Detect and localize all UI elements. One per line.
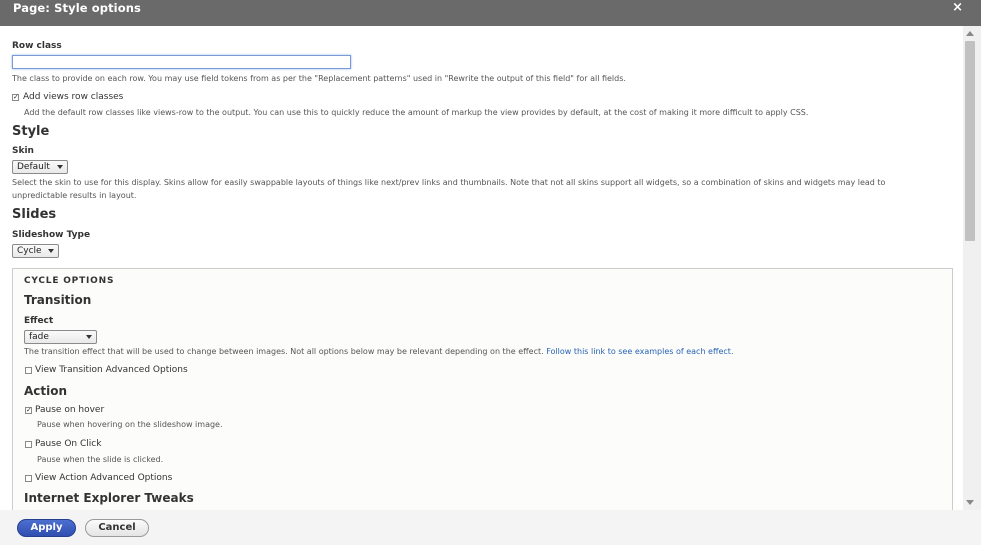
dialog-titlebar: Page: Style options × [0, 0, 981, 26]
style-heading: Style [12, 124, 50, 139]
row-class-description: The class to provide on each row. You ma… [12, 74, 626, 83]
row-class-input[interactable] [12, 55, 351, 69]
pause-on-click-label: Pause On Click [35, 439, 102, 449]
transition-heading: Transition [24, 293, 92, 307]
effect-select[interactable]: fade [24, 330, 97, 344]
close-icon[interactable]: × [952, 0, 963, 15]
scroll-up-icon[interactable] [966, 31, 974, 36]
effect-description-text: The transition effect that will be used … [24, 347, 544, 356]
skin-description-line-2: unpredictable results in layout. [12, 191, 137, 200]
pause-on-hover-checkbox[interactable]: ✓ [25, 407, 32, 414]
effect-select-value: fade [29, 332, 49, 342]
scroll-down-icon[interactable] [966, 500, 974, 505]
view-action-advanced-label: View Action Advanced Options [35, 473, 173, 483]
effect-label: Effect [24, 316, 54, 326]
slideshow-type-value: Cycle [17, 246, 42, 256]
apply-button[interactable]: Apply [17, 519, 76, 537]
skin-label: Skin [12, 146, 34, 156]
slideshow-type-select[interactable]: Cycle [12, 244, 59, 258]
view-transition-advanced-checkbox[interactable] [25, 367, 32, 374]
dialog-footer: Apply Cancel [0, 510, 981, 545]
dialog-content: Row class The class to provide on each r… [0, 26, 963, 510]
scrollbar-thumb[interactable] [965, 41, 975, 241]
pause-on-click-checkbox[interactable] [25, 441, 32, 448]
pause-on-click-description: Pause when the slide is clicked. [37, 455, 164, 464]
effect-description: The transition effect that will be used … [24, 347, 733, 356]
add-views-row-classes-description: Add the default row classes like views-r… [24, 108, 809, 117]
skin-description-line-1: Select the skin to use for this display.… [12, 178, 886, 187]
cycle-options-fieldset: CYCLE OPTIONS Transition Effect fade The… [12, 268, 953, 510]
chevron-down-icon [86, 335, 92, 339]
cycle-options-legend: CYCLE OPTIONS [24, 276, 115, 286]
slideshow-type-label: Slideshow Type [12, 230, 91, 240]
skin-select-value: Default [17, 162, 50, 172]
cancel-button[interactable]: Cancel [85, 519, 149, 537]
pause-on-hover-description: Pause when hovering on the slideshow ima… [37, 420, 223, 429]
pause-on-hover-label: Pause on hover [35, 405, 105, 415]
action-heading: Action [24, 384, 68, 398]
content-scrollbar[interactable] [963, 26, 981, 510]
add-views-row-classes-label: Add views row classes [23, 92, 124, 102]
add-views-row-classes-checkbox[interactable]: ✓ [12, 94, 19, 101]
checkmark-icon: ✓ [26, 406, 32, 414]
chevron-down-icon [48, 249, 54, 253]
view-transition-advanced-label: View Transition Advanced Options [35, 365, 188, 375]
slides-heading: Slides [12, 207, 57, 222]
dialog-title: Page: Style options [13, 1, 141, 15]
ie-tweaks-heading: Internet Explorer Tweaks [24, 491, 194, 505]
checkmark-icon: ✓ [13, 93, 19, 101]
chevron-down-icon [57, 165, 63, 169]
effect-examples-link[interactable]: Follow this link to see examples of each… [546, 347, 733, 356]
view-action-advanced-checkbox[interactable] [25, 475, 32, 482]
row-class-label: Row class [12, 41, 62, 51]
skin-select[interactable]: Default [12, 160, 68, 174]
